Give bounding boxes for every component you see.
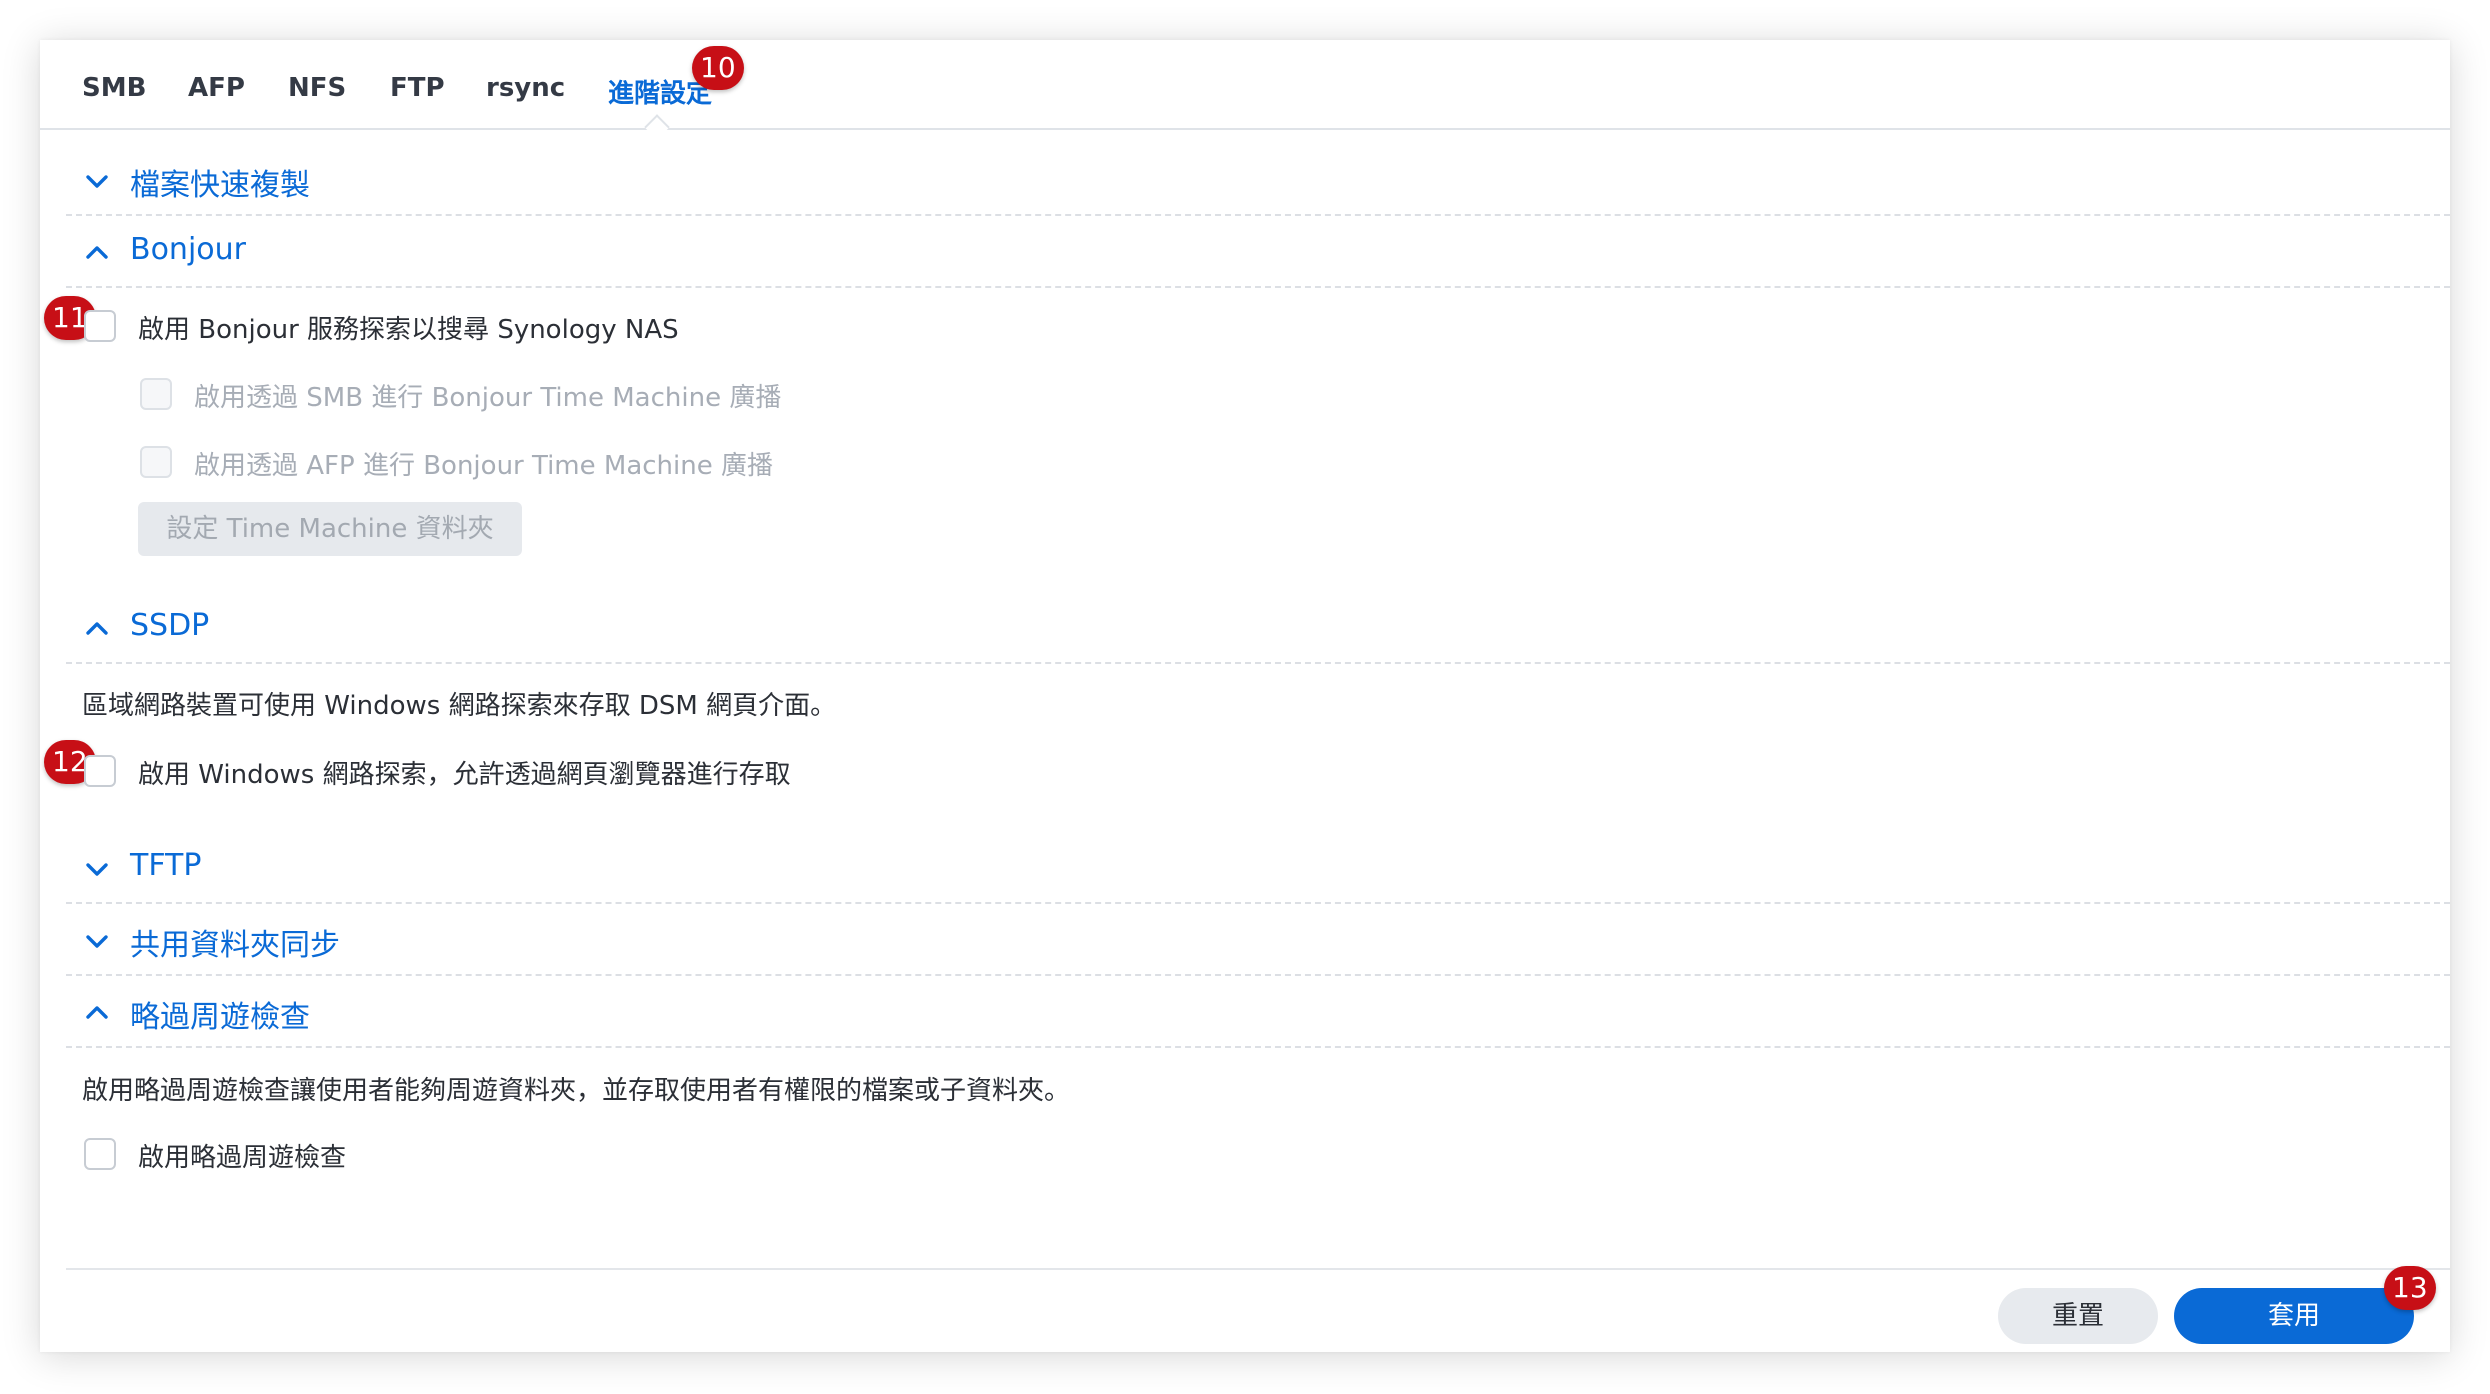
bonjour-enable-label[interactable]: 啟用 Bonjour 服務探索以搜尋 Synology NAS bbox=[138, 309, 679, 346]
afp-time-machine-label: 啟用透過 AFP 進行 Bonjour Time Machine 廣播 bbox=[194, 451, 773, 481]
chevron-up-icon bbox=[86, 1006, 108, 1019]
tab-afp[interactable]: AFP bbox=[188, 73, 245, 103]
section-title: Bonjour bbox=[130, 232, 246, 267]
chevron-down-icon bbox=[86, 935, 108, 948]
tab-bar: SMB AFP NFS FTP rsync 進階設定 bbox=[40, 40, 2450, 140]
section-ssdp[interactable]: SSDP bbox=[66, 592, 2450, 664]
settings-panel: SMB AFP NFS FTP rsync 進階設定 10 檔案快速複製 Bon… bbox=[40, 40, 2450, 1352]
section-bypass-traverse-checking[interactable]: 略過周遊檢查 bbox=[66, 976, 2450, 1048]
section-tftp[interactable]: TFTP bbox=[66, 832, 2450, 904]
set-time-machine-folder-button[interactable]: 設定 Time Machine 資料夾 bbox=[138, 502, 522, 556]
ssdp-description: 區域網路裝置可使用 Windows 網路探索來存取 DSM 網頁介面。 bbox=[82, 691, 837, 721]
bypass-traverse-checkbox[interactable] bbox=[84, 1138, 116, 1170]
section-title: 共用資料夾同步 bbox=[130, 928, 340, 963]
chevron-down-icon bbox=[86, 863, 108, 876]
tab-rsync[interactable]: rsync bbox=[486, 73, 565, 103]
tab-smb[interactable]: SMB bbox=[82, 73, 146, 103]
callout-badge-13: 13 bbox=[2384, 1266, 2436, 1310]
reset-button[interactable]: 重置 bbox=[1998, 1288, 2158, 1344]
afp-time-machine-checkbox[interactable] bbox=[140, 446, 172, 478]
section-file-fast-copy[interactable]: 檔案快速複製 bbox=[66, 144, 2450, 216]
section-title: 略過周遊檢查 bbox=[130, 1000, 310, 1035]
smb-time-machine-label: 啟用透過 SMB 進行 Bonjour Time Machine 廣播 bbox=[194, 383, 782, 413]
active-tab-indicator bbox=[644, 114, 670, 140]
section-title: 檔案快速複製 bbox=[130, 168, 310, 203]
section-title: SSDP bbox=[130, 608, 210, 643]
tab-nfs[interactable]: NFS bbox=[288, 73, 346, 103]
tab-ftp[interactable]: FTP bbox=[390, 73, 445, 103]
chevron-down-icon bbox=[86, 175, 108, 188]
windows-discovery-label[interactable]: 啟用 Windows 網路探索，允許透過網頁瀏覽器進行存取 bbox=[138, 754, 791, 791]
chevron-up-icon bbox=[86, 246, 108, 259]
bonjour-enable-checkbox[interactable] bbox=[84, 310, 116, 342]
smb-time-machine-checkbox[interactable] bbox=[140, 378, 172, 410]
windows-discovery-checkbox[interactable] bbox=[84, 755, 116, 787]
bypass-traverse-description: 啟用略過周遊檢查讓使用者能夠周遊資料夾，並存取使用者有權限的檔案或子資料夾。 bbox=[82, 1076, 1071, 1106]
section-shared-folder-sync[interactable]: 共用資料夾同步 bbox=[66, 904, 2450, 976]
section-title: TFTP bbox=[130, 848, 202, 883]
section-bonjour[interactable]: Bonjour bbox=[66, 216, 2450, 288]
footer-divider bbox=[66, 1268, 2450, 1270]
bypass-traverse-label[interactable]: 啟用略過周遊檢查 bbox=[138, 1137, 346, 1174]
chevron-up-icon bbox=[86, 622, 108, 635]
callout-badge-10: 10 bbox=[692, 46, 744, 90]
apply-button[interactable]: 套用 bbox=[2174, 1288, 2414, 1344]
